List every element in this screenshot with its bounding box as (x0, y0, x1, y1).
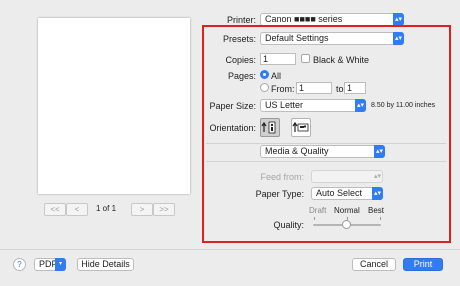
chevron-updown-icon: ▴▾ (373, 173, 382, 180)
pages-all-label: All (271, 71, 282, 81)
landscape-orientation-button[interactable] (291, 118, 311, 137)
next-page-button[interactable]: > (131, 203, 153, 216)
black-white-checkbox[interactable] (301, 54, 310, 63)
quality-slider-knob[interactable] (342, 220, 351, 229)
feed-from-label: Feed from: (260, 172, 304, 182)
quality-best-label: Best (368, 206, 385, 215)
panel-value: Media & Quality (265, 146, 329, 156)
black-white-label: Black & White (313, 55, 370, 65)
chevron-updown-icon: ▴▾ (372, 187, 383, 200)
last-page-button[interactable]: >> (153, 203, 175, 216)
quality-draft-label: Draft (309, 206, 327, 215)
paper-size-popup[interactable]: US Letter ▴▾ (260, 99, 366, 112)
hide-details-button[interactable]: Hide Details (77, 258, 134, 271)
quality-tick (380, 217, 381, 220)
quality-label: Quality: (273, 220, 304, 230)
quality-normal-label: Normal (334, 206, 360, 215)
copies-label: Copies: (225, 55, 256, 65)
paper-type-value: Auto Select (316, 188, 363, 198)
paper-size-value: US Letter (265, 100, 304, 110)
presets-popup[interactable]: Default Settings ▴▾ (260, 32, 404, 45)
chevron-updown-icon: ▴▾ (393, 32, 404, 45)
chevron-updown-icon: ▴▾ (374, 145, 385, 158)
separator (206, 161, 446, 162)
pages-to-field[interactable]: 1 (344, 82, 366, 94)
cancel-button[interactable]: Cancel (352, 258, 396, 271)
pages-from-field[interactable]: 1 (296, 82, 332, 94)
separator (206, 143, 446, 144)
pages-label: Pages: (227, 71, 256, 81)
presets-label: Presets: (222, 34, 256, 44)
first-page-button[interactable]: << (44, 203, 66, 216)
printer-label: Printer: (226, 15, 256, 25)
feed-from-popup[interactable]: ▴▾ (311, 170, 383, 183)
help-icon[interactable]: ? (13, 258, 26, 271)
page-indicator: 1 of 1 (96, 204, 117, 213)
presets-value: Default Settings (265, 33, 329, 43)
pages-range-radio[interactable] (260, 83, 269, 92)
print-button[interactable]: Print (403, 258, 443, 271)
printer-value: Canon ■■■■ series (265, 14, 343, 24)
orientation-label: Orientation: (209, 123, 256, 133)
portrait-orientation-icon (261, 121, 276, 134)
pages-all-radio[interactable] (260, 70, 269, 79)
copies-field[interactable]: 1 (260, 53, 296, 65)
separator (0, 249, 460, 250)
paper-size-label: Paper Size: (209, 101, 256, 111)
page-preview (38, 18, 190, 194)
paper-size-dimensions: 8.50 by 11.00 inches (371, 102, 436, 109)
pdf-menu-button[interactable]: PDF ▾ (34, 258, 66, 271)
portrait-orientation-button[interactable] (260, 118, 280, 137)
chevron-updown-icon: ▴▾ (355, 99, 366, 112)
previous-page-button[interactable]: < (66, 203, 88, 216)
quality-tick (314, 217, 315, 220)
landscape-orientation-icon (292, 121, 309, 132)
paper-type-label: Paper Type: (255, 189, 304, 199)
chevron-down-icon: ▾ (55, 258, 66, 271)
pages-from-label: From: (271, 84, 295, 94)
panel-popup[interactable]: Media & Quality ▴▾ (260, 145, 385, 158)
paper-type-popup[interactable]: Auto Select ▴▾ (311, 187, 383, 200)
